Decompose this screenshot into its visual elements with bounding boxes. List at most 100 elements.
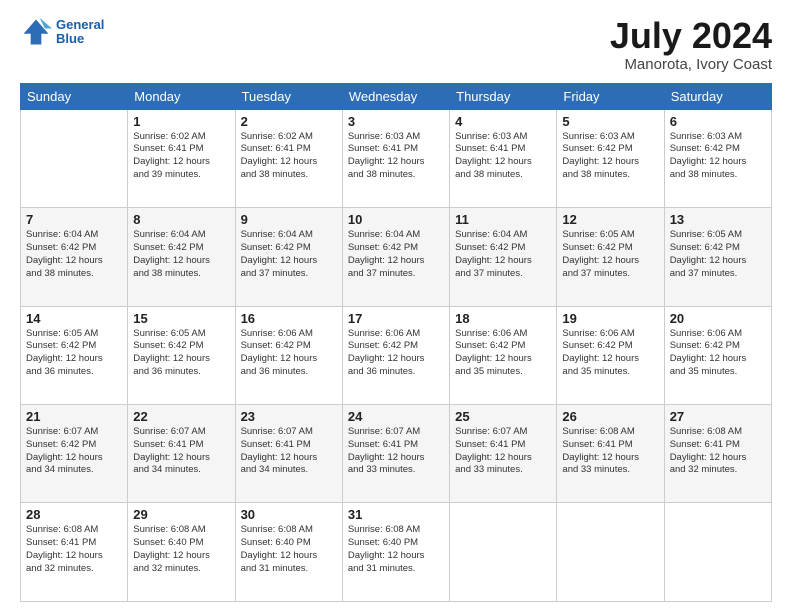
- calendar-header-row: Sunday Monday Tuesday Wednesday Thursday…: [21, 83, 772, 109]
- day-number: 3: [348, 114, 444, 129]
- day-number: 24: [348, 409, 444, 424]
- logo-icon: [20, 16, 52, 48]
- day-info: Sunrise: 6:04 AMSunset: 6:42 PMDaylight:…: [455, 229, 551, 280]
- day-info: Sunrise: 6:03 AMSunset: 6:42 PMDaylight:…: [562, 131, 658, 182]
- calendar-week-row: 1Sunrise: 6:02 AMSunset: 6:41 PMDaylight…: [21, 109, 772, 207]
- day-number: 7: [26, 212, 122, 227]
- col-wednesday: Wednesday: [342, 83, 449, 109]
- day-number: 21: [26, 409, 122, 424]
- day-number: 6: [670, 114, 766, 129]
- col-tuesday: Tuesday: [235, 83, 342, 109]
- table-row: 16Sunrise: 6:06 AMSunset: 6:42 PMDayligh…: [235, 306, 342, 404]
- day-info: Sunrise: 6:07 AMSunset: 6:41 PMDaylight:…: [133, 426, 229, 477]
- col-monday: Monday: [128, 83, 235, 109]
- table-row: [21, 109, 128, 207]
- day-number: 18: [455, 311, 551, 326]
- day-number: 5: [562, 114, 658, 129]
- day-number: 12: [562, 212, 658, 227]
- day-number: 4: [455, 114, 551, 129]
- calendar-table: Sunday Monday Tuesday Wednesday Thursday…: [20, 83, 772, 602]
- day-info: Sunrise: 6:08 AMSunset: 6:41 PMDaylight:…: [670, 426, 766, 477]
- day-info: Sunrise: 6:05 AMSunset: 6:42 PMDaylight:…: [562, 229, 658, 280]
- day-number: 14: [26, 311, 122, 326]
- day-info: Sunrise: 6:05 AMSunset: 6:42 PMDaylight:…: [26, 328, 122, 379]
- table-row: 30 Sunrise: 6:08 AMSunset: 6:40 PMDayligh…: [235, 503, 342, 602]
- day-number: 10: [348, 212, 444, 227]
- day-info: Sunrise: 6:08 AMSunset: 6:40 PMDaylight:…: [133, 524, 229, 575]
- table-row: 26 Sunrise: 6:08 AMSunset: 6:41 PMDayligh…: [557, 405, 664, 503]
- day-info: Sunrise: 6:04 AMSunset: 6:42 PMDaylight:…: [133, 229, 229, 280]
- day-info: Sunrise: 6:06 AMSunset: 6:42 PMDaylight:…: [562, 328, 658, 379]
- table-row: 27 Sunrise: 6:08 AMSunset: 6:41 PMDayligh…: [664, 405, 771, 503]
- logo-text: General Blue: [56, 18, 104, 47]
- table-row: 24 Sunrise: 6:07 AMSunset: 6:41 PMDayligh…: [342, 405, 449, 503]
- table-row: [557, 503, 664, 602]
- day-info: Sunrise: 6:07 AMSunset: 6:41 PMDaylight:…: [348, 426, 444, 477]
- day-number: 17: [348, 311, 444, 326]
- day-number: 25: [455, 409, 551, 424]
- day-number: 2: [241, 114, 337, 129]
- day-info: Sunrise: 6:08 AMSunset: 6:40 PMDaylight:…: [241, 524, 337, 575]
- table-row: 3 Sunrise: 6:03 AMSunset: 6:41 PMDaylight…: [342, 109, 449, 207]
- table-row: 11 Sunrise: 6:04 AMSunset: 6:42 PMDayligh…: [450, 208, 557, 306]
- table-row: [664, 503, 771, 602]
- day-number: 30: [241, 507, 337, 522]
- day-info: Sunrise: 6:07 AMSunset: 6:42 PMDaylight:…: [26, 426, 122, 477]
- calendar-week-row: 14 Sunrise: 6:05 AMSunset: 6:42 PMDayligh…: [21, 306, 772, 404]
- table-row: 23Sunrise: 6:07 AMSunset: 6:41 PMDayligh…: [235, 405, 342, 503]
- calendar-week-row: 7 Sunrise: 6:04 AMSunset: 6:42 PMDaylight…: [21, 208, 772, 306]
- table-row: 10 Sunrise: 6:04 AMSunset: 6:42 PMDayligh…: [342, 208, 449, 306]
- table-row: 2 Sunrise: 6:02 AMSunset: 6:41 PMDaylight…: [235, 109, 342, 207]
- table-row: 8 Sunrise: 6:04 AMSunset: 6:42 PMDaylight…: [128, 208, 235, 306]
- table-row: 7 Sunrise: 6:04 AMSunset: 6:42 PMDaylight…: [21, 208, 128, 306]
- day-info: Sunrise: 6:02 AMSunset: 6:41 PMDaylight:…: [241, 131, 337, 182]
- day-number: 11: [455, 212, 551, 227]
- logo: General Blue: [20, 16, 104, 48]
- day-info: Sunrise: 6:08 AMSunset: 6:41 PMDaylight:…: [26, 524, 122, 575]
- table-row: 31 Sunrise: 6:08 AMSunset: 6:40 PMDayligh…: [342, 503, 449, 602]
- day-info: Sunrise: 6:05 AMSunset: 6:42 PMDaylight:…: [670, 229, 766, 280]
- title-location: Manorota, Ivory Coast: [610, 56, 772, 73]
- table-row: 17 Sunrise: 6:06 AMSunset: 6:42 PMDayligh…: [342, 306, 449, 404]
- day-info: Sunrise: 6:06 AMSunset: 6:42 PMDaylight:…: [348, 328, 444, 379]
- col-thursday: Thursday: [450, 83, 557, 109]
- table-row: 1Sunrise: 6:02 AMSunset: 6:41 PMDaylight…: [128, 109, 235, 207]
- col-friday: Friday: [557, 83, 664, 109]
- header: General Blue July 2024 Manorota, Ivory C…: [20, 16, 772, 73]
- day-number: 22: [133, 409, 229, 424]
- day-number: 26: [562, 409, 658, 424]
- day-info: Sunrise: 6:03 AMSunset: 6:41 PMDaylight:…: [455, 131, 551, 182]
- logo-line1: General: [56, 18, 104, 32]
- day-info: Sunrise: 6:07 AMSunset: 6:41 PMDaylight:…: [455, 426, 551, 477]
- day-number: 27: [670, 409, 766, 424]
- day-number: 31: [348, 507, 444, 522]
- day-number: 16: [241, 311, 337, 326]
- day-info: Sunrise: 6:06 AMSunset: 6:42 PMDaylight:…: [455, 328, 551, 379]
- table-row: 21 Sunrise: 6:07 AMSunset: 6:42 PMDayligh…: [21, 405, 128, 503]
- day-info: Sunrise: 6:08 AMSunset: 6:40 PMDaylight:…: [348, 524, 444, 575]
- table-row: 5 Sunrise: 6:03 AMSunset: 6:42 PMDaylight…: [557, 109, 664, 207]
- day-info: Sunrise: 6:04 AMSunset: 6:42 PMDaylight:…: [26, 229, 122, 280]
- day-number: 9: [241, 212, 337, 227]
- table-row: 22 Sunrise: 6:07 AMSunset: 6:41 PMDayligh…: [128, 405, 235, 503]
- table-row: 18 Sunrise: 6:06 AMSunset: 6:42 PMDayligh…: [450, 306, 557, 404]
- day-info: Sunrise: 6:03 AMSunset: 6:41 PMDaylight:…: [348, 131, 444, 182]
- table-row: 4 Sunrise: 6:03 AMSunset: 6:41 PMDaylight…: [450, 109, 557, 207]
- calendar-week-row: 21 Sunrise: 6:07 AMSunset: 6:42 PMDayligh…: [21, 405, 772, 503]
- table-row: 12 Sunrise: 6:05 AMSunset: 6:42 PMDayligh…: [557, 208, 664, 306]
- day-info: Sunrise: 6:08 AMSunset: 6:41 PMDaylight:…: [562, 426, 658, 477]
- day-info: Sunrise: 6:05 AMSunset: 6:42 PMDaylight:…: [133, 328, 229, 379]
- day-number: 8: [133, 212, 229, 227]
- table-row: 20Sunrise: 6:06 AMSunset: 6:42 PMDayligh…: [664, 306, 771, 404]
- col-saturday: Saturday: [664, 83, 771, 109]
- table-row: 14 Sunrise: 6:05 AMSunset: 6:42 PMDayligh…: [21, 306, 128, 404]
- day-number: 29: [133, 507, 229, 522]
- page: General Blue July 2024 Manorota, Ivory C…: [0, 0, 792, 612]
- day-number: 28: [26, 507, 122, 522]
- table-row: [450, 503, 557, 602]
- day-info: Sunrise: 6:03 AMSunset: 6:42 PMDaylight:…: [670, 131, 766, 182]
- day-info: Sunrise: 6:04 AMSunset: 6:42 PMDaylight:…: [348, 229, 444, 280]
- calendar-week-row: 28 Sunrise: 6:08 AMSunset: 6:41 PMDayligh…: [21, 503, 772, 602]
- table-row: 15Sunrise: 6:05 AMSunset: 6:42 PMDayligh…: [128, 306, 235, 404]
- day-number: 13: [670, 212, 766, 227]
